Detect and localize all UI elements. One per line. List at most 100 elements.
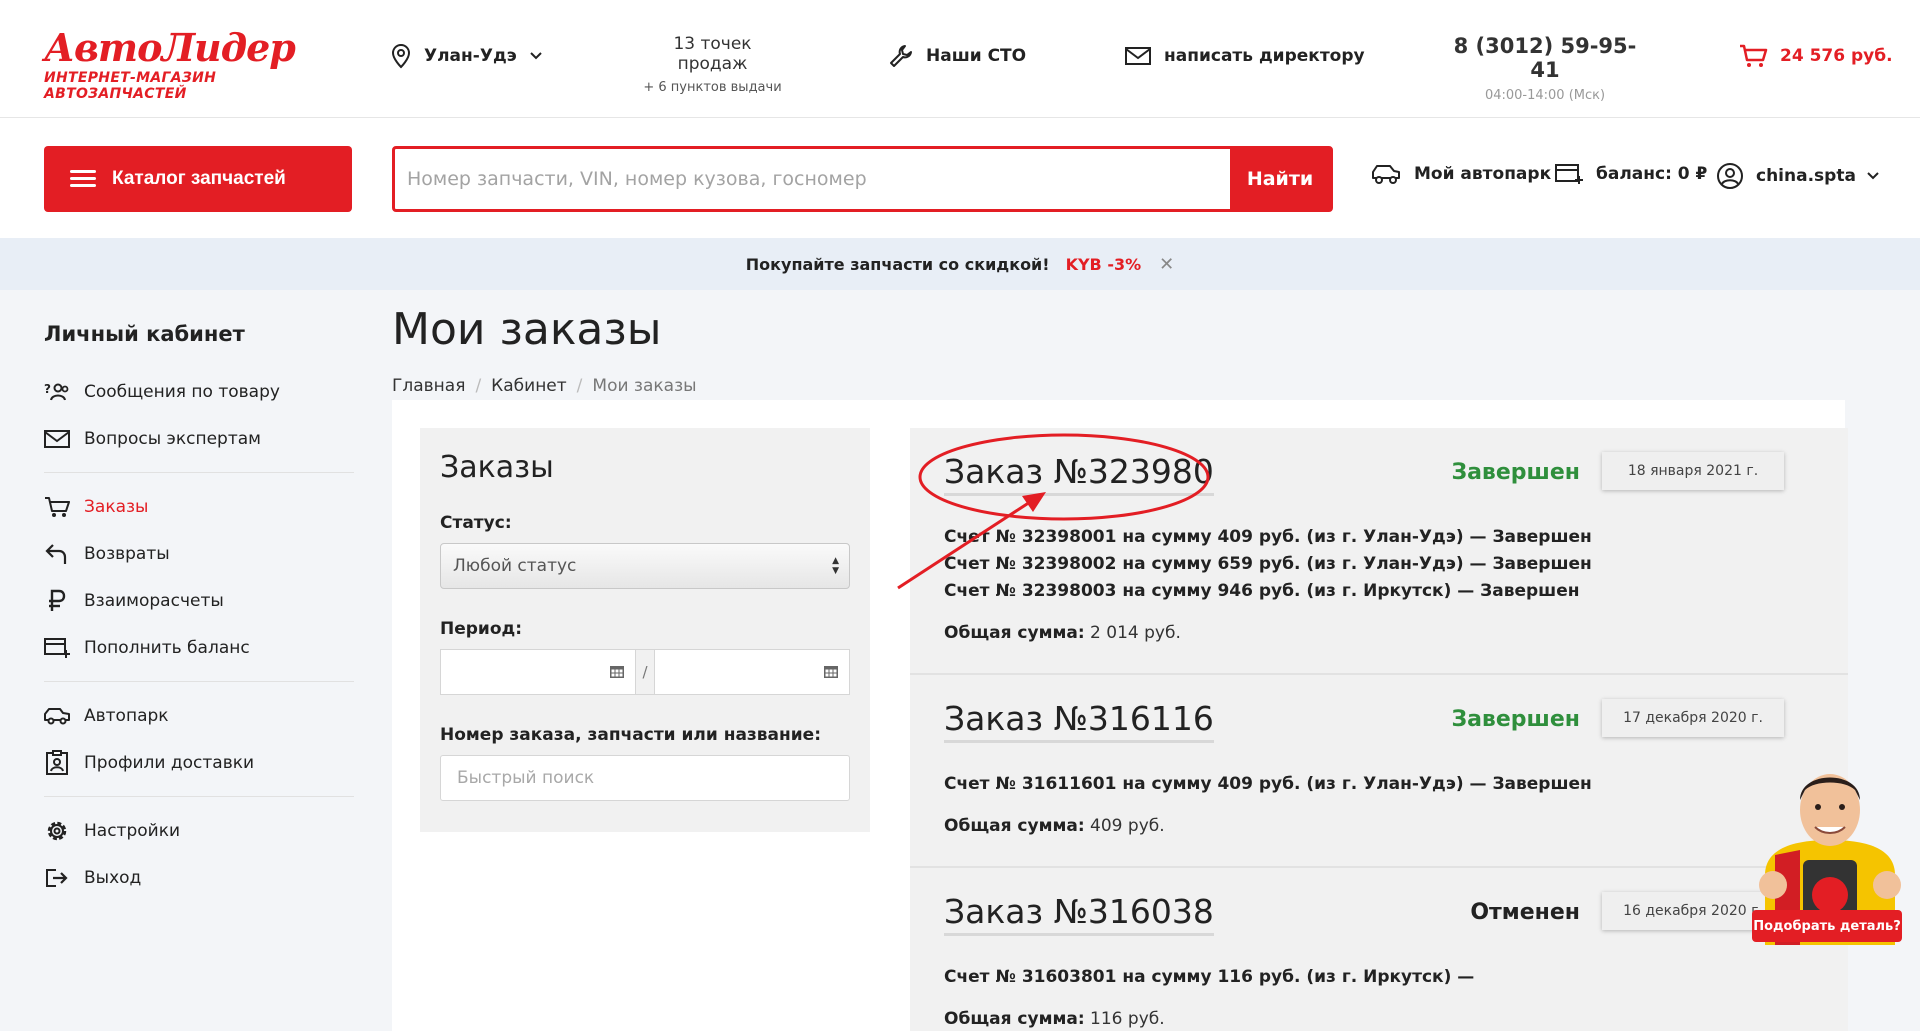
order-total-value: 2 014 руб.: [1090, 623, 1181, 643]
invoice-line[interactable]: Счет № 31611601 на сумму 409 руб. (из г.…: [944, 771, 1814, 798]
sidebar-title: Личный кабинет: [44, 322, 245, 346]
sidebar-item-orders[interactable]: Заказы: [44, 483, 354, 530]
menu-icon: [70, 170, 96, 188]
order-number-link[interactable]: Заказ №316038: [944, 892, 1214, 936]
order-total-value: 116 руб.: [1090, 1009, 1165, 1029]
breadcrumb-separator: /: [475, 376, 482, 396]
sidebar-item-garage[interactable]: Автопарк: [44, 692, 354, 739]
service-stations-link[interactable]: Наши СТО: [888, 36, 1026, 76]
search-button[interactable]: Найти: [1230, 149, 1330, 209]
user-icon: [1717, 163, 1743, 189]
breadcrumb-current: Мои заказы: [592, 376, 697, 396]
order-status: Завершен: [1451, 707, 1580, 732]
date-from-input[interactable]: [440, 649, 637, 695]
sidebar-item-settlements[interactable]: Взаиморасчеты: [44, 577, 354, 624]
svg-text:?: ?: [44, 382, 51, 396]
invoice-line[interactable]: Счет № 32398003 на сумму 946 руб. (из г.…: [944, 578, 1814, 605]
search-input[interactable]: [395, 149, 1230, 209]
breadcrumb-cabinet[interactable]: Кабинет: [491, 376, 567, 396]
gear-icon: [47, 821, 67, 840]
return-arrow-icon: [45, 543, 67, 564]
chevron-down-icon: [530, 52, 542, 60]
sidebar-item-label: Взаиморасчеты: [84, 590, 224, 611]
date-to-input[interactable]: [653, 649, 850, 695]
order-total-label: Общая сумма:: [944, 1009, 1085, 1029]
logo-text: АвтоЛидер: [44, 25, 296, 70]
sidebar-item-returns[interactable]: Возвраты: [44, 530, 354, 577]
logout-icon: [46, 868, 68, 887]
order-status: Отменен: [1470, 900, 1580, 925]
mail-icon: [44, 429, 70, 448]
period-label: Период:: [440, 619, 523, 639]
catalog-label: Каталог запчастей: [112, 168, 286, 189]
car-icon: [44, 707, 70, 724]
breadcrumb-home[interactable]: Главная: [392, 376, 465, 396]
balance-value: баланс: 0 ₽: [1596, 164, 1708, 184]
order-total-label: Общая сумма:: [944, 623, 1085, 643]
order-total-label: Общая сумма:: [944, 816, 1085, 836]
pickup-points-count: + 6 пунктов выдачи: [643, 80, 782, 95]
city-selector[interactable]: Улан-Удэ: [390, 36, 543, 76]
users-question-icon: ?: [44, 382, 69, 400]
mail-icon: [1125, 47, 1151, 65]
account-sidebar: Личный кабинет ? Сообщения по товару Воп…: [44, 322, 354, 901]
period-range: /: [440, 649, 850, 695]
promo-discount[interactable]: KYB -3%: [1066, 255, 1142, 274]
my-garage-link[interactable]: Мой автопарк: [1370, 162, 1551, 186]
promo-text: Покупайте запчасти со скидкой!: [745, 254, 1050, 274]
search-bar: Найти: [392, 146, 1333, 212]
invoice-line[interactable]: Счет № 32398002 на сумму 659 руб. (из г.…: [944, 551, 1814, 578]
pick-part-button[interactable]: Подобрать деталь?: [1752, 910, 1902, 942]
sidebar-item-label: Сообщения по товару: [84, 381, 280, 402]
card-plus-icon: [44, 637, 70, 658]
order-date: 18 января 2021 г.: [1602, 452, 1784, 490]
sidebar-item-delivery[interactable]: Профили доставки: [44, 739, 354, 786]
logo[interactable]: АвтоЛидер ИНТЕРНЕТ-МАГАЗИН АВТОЗАПЧАСТЕЙ: [44, 25, 354, 103]
status-label: Статус:: [440, 513, 512, 533]
order-total-value: 409 руб.: [1090, 816, 1165, 836]
sidebar-item-label: Вопросы экспертам: [84, 428, 261, 449]
invoice-line[interactable]: Счет № 32398001 на сумму 409 руб. (из г.…: [944, 524, 1814, 551]
status-select[interactable]: Любой статус ▲ ▼: [440, 543, 850, 589]
sidebar-item-settings[interactable]: Настройки: [44, 807, 354, 854]
quick-search-input[interactable]: [440, 755, 850, 801]
close-icon[interactable]: ✕: [1159, 254, 1174, 275]
sidebar-item-logout[interactable]: Выход: [44, 854, 354, 901]
filter-title: Заказы: [440, 450, 554, 485]
catalog-button[interactable]: Каталог запчастей: [44, 146, 352, 212]
period-separator: /: [636, 649, 654, 695]
select-arrows-icon: ▲ ▼: [832, 556, 839, 576]
page-title: Мои заказы: [392, 304, 662, 355]
sidebar-item-label: Возвраты: [84, 543, 170, 564]
order-number-link[interactable]: Заказ №323980: [944, 452, 1214, 496]
sidebar-item-label: Пополнить баланс: [84, 637, 250, 658]
sidebar-item-label: Выход: [84, 867, 142, 888]
working-hours: 04:00-14:00 (Мск): [1484, 88, 1606, 103]
order-card: Заказ №316116 Завершен 17 декабря 2020 г…: [910, 675, 1848, 868]
order-date: 17 декабря 2020 г.: [1602, 699, 1784, 737]
cart-button[interactable]: 24 576 руб.: [1738, 36, 1893, 76]
write-director-link[interactable]: написать директору: [1124, 36, 1365, 76]
sidebar-item-label: Профили доставки: [84, 752, 255, 773]
user-menu[interactable]: china.spta: [1716, 162, 1880, 190]
status-select-value: Любой статус: [453, 556, 577, 576]
cart-icon: [1740, 44, 1768, 67]
write-director-label: написать директору: [1164, 46, 1365, 66]
sidebar-divider: [44, 681, 354, 682]
balance-link[interactable]: баланс: 0 ₽: [1554, 162, 1707, 186]
sales-points[interactable]: 13 точек продаж + 6 пунктов выдачи: [640, 34, 785, 95]
service-stations-label: Наши СТО: [926, 46, 1027, 66]
breadcrumb: Главная / Кабинет / Мои заказы: [392, 376, 697, 396]
orders-list: Заказ №323980 Завершен 18 января 2021 г.…: [910, 428, 1848, 1031]
calendar-icon: [610, 666, 625, 678]
sidebar-item-messages[interactable]: ? Сообщения по товару: [44, 368, 354, 415]
phone-block[interactable]: 8 (3012) 59-95-41 04:00-14:00 (Мск): [1440, 34, 1650, 103]
phone-number[interactable]: 8 (3012) 59-95-41: [1440, 34, 1650, 82]
sidebar-item-topup[interactable]: Пополнить баланс: [44, 624, 354, 671]
quick-search-label: Номер заказа, запчасти или название:: [440, 725, 822, 745]
username: china.spta: [1756, 166, 1856, 186]
invoice-line[interactable]: Счет № 31603801 на сумму 116 руб. (из г.…: [944, 964, 1814, 991]
order-total: Общая сумма: 409 руб.: [944, 816, 1814, 836]
sidebar-item-experts[interactable]: Вопросы экспертам: [44, 415, 354, 462]
order-number-link[interactable]: Заказ №316116: [944, 699, 1214, 743]
